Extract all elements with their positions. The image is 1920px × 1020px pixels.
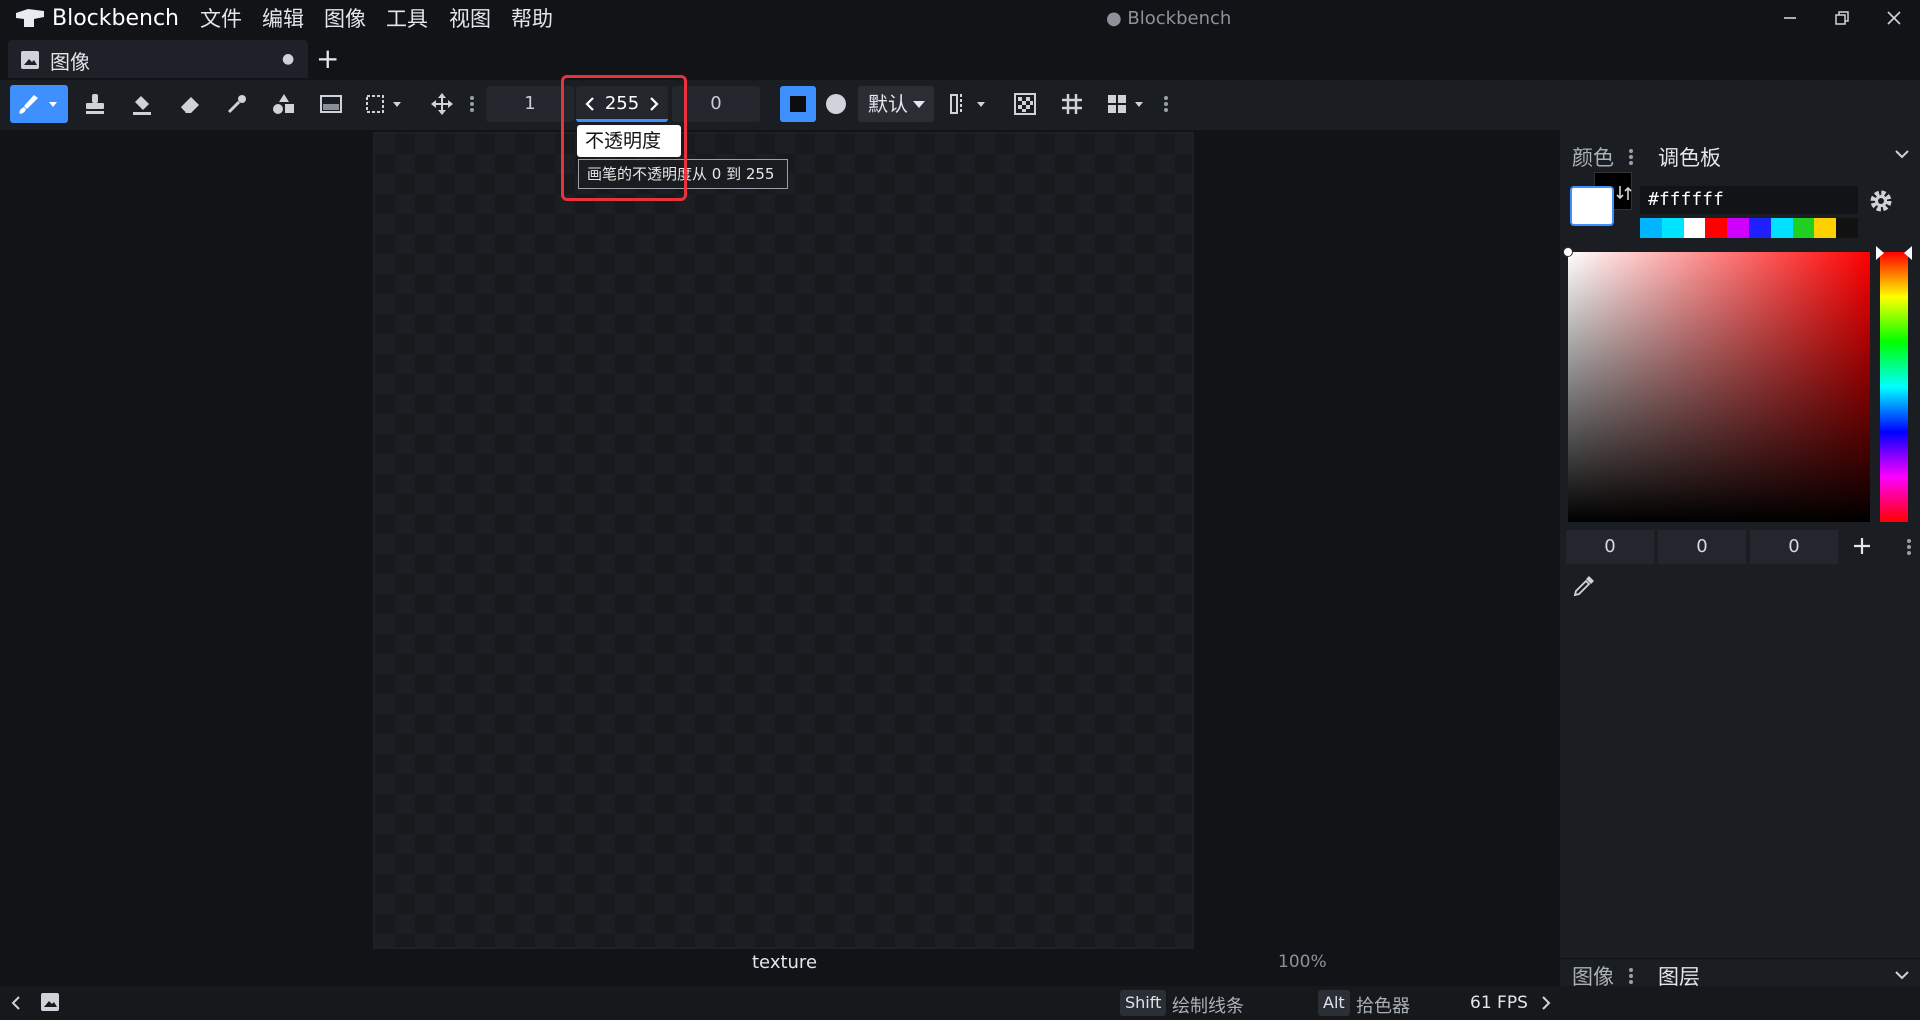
zoom-level: 100%	[1278, 952, 1327, 972]
shapes-tool-icon[interactable]	[264, 85, 304, 123]
status-bar: Shift 绘制线条 Alt 拾色器 61 FPS	[0, 986, 1920, 1020]
workspace: texture 100%	[0, 130, 1560, 986]
title-bar: Blockbench 文件 编辑 图像 工具 视图 帮助 ● Blockbenc…	[0, 0, 1920, 38]
bottom-panel-menu-icon[interactable]	[1628, 967, 1634, 985]
color-history	[1640, 218, 1858, 238]
swap-colors-icon[interactable]	[1616, 184, 1632, 202]
blockbench-logo-icon	[14, 7, 46, 29]
texture-name: texture	[752, 952, 818, 973]
toolbar: 1 255 0 默认	[0, 80, 1920, 130]
history-swatch[interactable]	[1770, 218, 1793, 238]
add-color-icon[interactable]	[1852, 536, 1872, 556]
primary-color-swatch[interactable]	[1570, 186, 1614, 226]
mirror-tool-button[interactable]	[942, 85, 998, 123]
image-icon	[20, 50, 40, 70]
texture-canvas[interactable]	[373, 132, 1194, 949]
menu-image[interactable]: 图像	[324, 4, 366, 34]
toolbar-more-icon[interactable]	[462, 85, 482, 123]
window-title: ● Blockbench	[1106, 8, 1232, 29]
restore-icon[interactable]	[1812, 0, 1872, 36]
history-swatch[interactable]	[1836, 218, 1858, 238]
minimize-icon[interactable]	[1760, 0, 1820, 36]
eyedropper-icon[interactable]	[1572, 574, 1596, 598]
history-swatch[interactable]	[1748, 218, 1771, 238]
move-tool-icon[interactable]	[422, 85, 462, 123]
highlight-box	[561, 75, 687, 201]
checkerboard-toggle-icon[interactable]	[1005, 85, 1045, 123]
tab-label: 图像	[50, 50, 90, 74]
history-swatch[interactable]	[1683, 218, 1706, 238]
app-name: Blockbench	[52, 6, 179, 31]
chevron-down-icon	[912, 86, 926, 122]
red-input[interactable]: 0	[1566, 530, 1654, 564]
menu-help[interactable]: 帮助	[511, 4, 553, 34]
hue-slider[interactable]	[1876, 246, 1912, 522]
green-input[interactable]: 0	[1658, 530, 1746, 564]
menu-view[interactable]: 视图	[449, 4, 491, 34]
color-panel: 颜色 调色板 #ffffff 0 0 0 图像 图层	[1560, 130, 1920, 991]
history-swatch[interactable]	[1792, 218, 1815, 238]
shift-hint: 绘制线条	[1172, 996, 1244, 1017]
alt-key-badge: Alt	[1318, 990, 1350, 1016]
history-swatch[interactable]	[1661, 218, 1684, 238]
brush-tool-button[interactable]	[10, 85, 68, 123]
sv-picker-handle[interactable]	[1563, 247, 1573, 257]
menu-tools[interactable]: 工具	[386, 4, 428, 34]
menu-file[interactable]: 文件	[200, 4, 242, 34]
blue-input[interactable]: 0	[1750, 530, 1838, 564]
close-icon[interactable]	[1864, 0, 1920, 36]
hex-input[interactable]: #ffffff	[1640, 186, 1858, 214]
grid-toggle-icon[interactable]	[1052, 85, 1092, 123]
alt-hint: 拾色器	[1356, 996, 1410, 1017]
eraser-tool-icon[interactable]	[170, 85, 210, 123]
chevron-right-icon[interactable]	[1540, 995, 1552, 1011]
unsaved-indicator: ●	[282, 51, 295, 67]
menu-edit[interactable]: 编辑	[262, 4, 304, 34]
add-tab-button[interactable]: +	[316, 42, 339, 75]
image-icon[interactable]	[40, 992, 60, 1012]
tab-palette[interactable]: 调色板	[1658, 142, 1721, 172]
tab-color[interactable]: 颜色	[1572, 142, 1614, 172]
color-picker-tool-icon[interactable]	[217, 85, 257, 123]
tab-image[interactable]: 图像 ●	[8, 40, 308, 78]
fps-counter: 61 FPS	[1470, 993, 1528, 1013]
stamp-tool-icon[interactable]	[75, 85, 115, 123]
tab-bar: 图像 ● +	[0, 38, 1920, 80]
toolbar-more-icon-2[interactable]	[1156, 85, 1176, 123]
fill-tool-icon[interactable]	[122, 85, 162, 123]
layout-button[interactable]	[1100, 85, 1156, 123]
gradient-tool-icon[interactable]	[311, 85, 351, 123]
blend-mode-select[interactable]: 默认	[858, 86, 934, 122]
collapse-chevron-icon[interactable]	[1894, 148, 1910, 160]
history-swatch[interactable]	[1705, 218, 1728, 238]
panel-menu-icon[interactable]	[1628, 148, 1634, 166]
history-swatch[interactable]	[1814, 218, 1837, 238]
rgb-more-icon[interactable]	[1906, 538, 1912, 556]
shift-key-badge: Shift	[1120, 990, 1167, 1016]
bottom-collapse-chevron-icon[interactable]	[1894, 969, 1910, 981]
square-brush-icon[interactable]	[780, 86, 816, 122]
history-swatch[interactable]	[1640, 218, 1662, 238]
history-swatch[interactable]	[1727, 218, 1749, 238]
gear-icon[interactable]	[1868, 188, 1894, 214]
blend-mode-value: 默认	[868, 92, 908, 116]
saturation-value-picker[interactable]	[1563, 247, 1870, 522]
selection-tool-button[interactable]	[358, 85, 414, 123]
chevron-left-icon[interactable]	[10, 995, 22, 1011]
round-brush-icon[interactable]	[818, 85, 854, 123]
